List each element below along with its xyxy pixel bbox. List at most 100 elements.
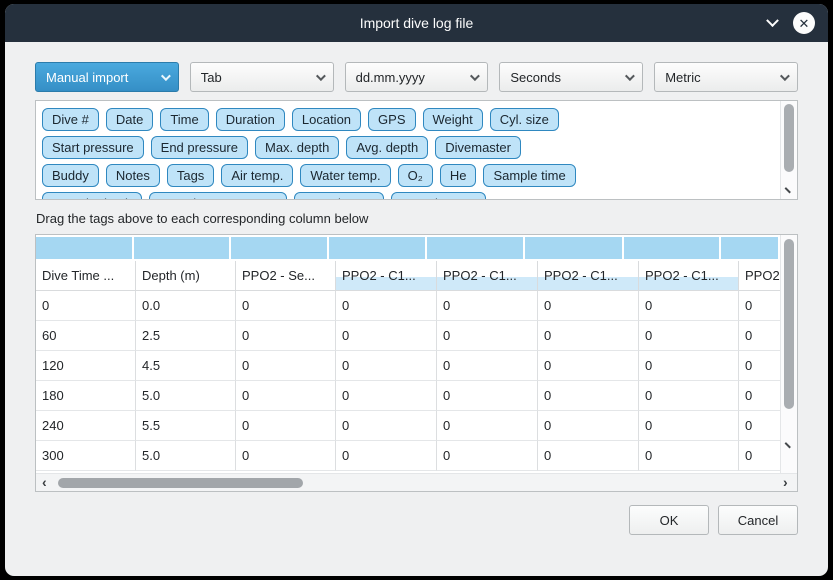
close-icon: ✕ xyxy=(799,17,810,30)
tag-area-scrollbar[interactable] xyxy=(780,101,797,199)
drag-tag[interactable]: Location xyxy=(292,108,361,131)
window-title: Import dive log file xyxy=(360,15,474,31)
drag-tag[interactable]: Weight xyxy=(423,108,483,131)
scrollbar-handle[interactable] xyxy=(58,478,303,488)
table-column-header[interactable]: PPO2 - C1... xyxy=(538,261,639,291)
table-vertical-scrollbar[interactable] xyxy=(780,235,797,473)
cancel-button[interactable]: Cancel xyxy=(718,505,798,535)
drop-target-cell[interactable] xyxy=(624,237,720,259)
table-cell: 0 xyxy=(639,321,739,351)
table-cell: 0 xyxy=(437,381,538,411)
table-cell: 0 xyxy=(336,321,437,351)
drag-tag[interactable]: Avg. depth xyxy=(346,136,428,159)
ok-button[interactable]: OK xyxy=(629,505,709,535)
drag-tag[interactable]: Duration xyxy=(216,108,285,131)
scroll-down-icon[interactable] xyxy=(785,184,795,194)
table-cell: 0 xyxy=(739,411,780,441)
tag-area: Dive # Date Time Duration Location GPS Weight C… xyxy=(35,100,798,200)
drop-target-cell[interactable] xyxy=(427,237,523,259)
table-grid: Dive Time ...Depth (m)PPO2 - Se...PPO2 -… xyxy=(36,235,780,473)
scroll-left-icon[interactable]: ‹ xyxy=(42,478,50,486)
drag-tag[interactable]: Notes xyxy=(106,164,160,187)
dropdown-value: Seconds xyxy=(510,70,561,85)
table-cell: 0 xyxy=(538,321,639,351)
table-cell: 0 xyxy=(36,291,136,321)
dropdown-value: Metric xyxy=(665,70,700,85)
drag-tag[interactable]: Start pressure xyxy=(42,136,144,159)
table-cell: 0 xyxy=(639,291,739,321)
table-cell: 0 xyxy=(538,351,639,381)
table-row: 2405.5000000 xyxy=(36,411,780,441)
table-cell: 0 xyxy=(336,291,437,321)
scroll-down-icon[interactable] xyxy=(785,439,795,449)
drag-tag[interactable]: Air temp. xyxy=(221,164,293,187)
table-cell: 0 xyxy=(538,291,639,321)
dropdown-field-separator[interactable]: Tab xyxy=(190,62,334,92)
table-row: 3005.0000000 xyxy=(36,441,780,471)
dropdown-duration-format[interactable]: Seconds xyxy=(499,62,643,92)
dropdown-import-mode[interactable]: Manual import xyxy=(35,62,179,92)
drag-tag[interactable]: Sample pO₂ xyxy=(294,192,384,200)
import-dialog: Import dive log file ✕ Manual import Tabd… xyxy=(5,4,828,576)
drag-tag[interactable]: He xyxy=(440,164,477,187)
table-row: 1805.0000000 xyxy=(36,381,780,411)
drag-tag[interactable]: Cyl. size xyxy=(490,108,559,131)
drag-tag[interactable]: Buddy xyxy=(42,164,99,187)
drop-target-cell[interactable] xyxy=(721,237,778,259)
drag-tag[interactable]: O₂ xyxy=(398,164,433,187)
table-cell: 0 xyxy=(739,441,780,471)
table-column-header[interactable]: PPO2 - C1... xyxy=(639,261,739,291)
drop-target-cell[interactable] xyxy=(231,237,327,259)
dropdown-units[interactable]: Metric xyxy=(654,62,798,92)
table-column-header[interactable]: PPO2 - Se... xyxy=(236,261,336,291)
title-bar[interactable]: Import dive log file ✕ xyxy=(5,4,828,42)
chevron-down-icon[interactable] xyxy=(766,14,779,27)
scrollbar-handle[interactable] xyxy=(784,104,794,172)
drag-tag[interactable]: Date xyxy=(106,108,153,131)
drag-tag[interactable]: Water temp. xyxy=(300,164,390,187)
table-column-header[interactable]: Depth (m) xyxy=(136,261,236,291)
drop-target-cell[interactable] xyxy=(525,237,621,259)
drag-tag[interactable]: Sample CNS xyxy=(391,192,486,200)
drop-target-cell[interactable] xyxy=(329,237,425,259)
drag-tag[interactable]: GPS xyxy=(368,108,415,131)
drop-target-cell[interactable] xyxy=(36,237,132,259)
scroll-right-icon[interactable]: › xyxy=(783,478,791,486)
table-cell: 5.0 xyxy=(136,381,236,411)
drag-tag[interactable]: Dive # xyxy=(42,108,99,131)
table-row: 602.5000000 xyxy=(36,321,780,351)
drag-tag[interactable]: Divemaster xyxy=(435,136,521,159)
drag-tag[interactable]: End pressure xyxy=(151,136,248,159)
table-column-header[interactable]: PPO2 - C1... xyxy=(336,261,437,291)
dialog-content: Manual importTabdd.mm.yyyySecondsMetric … xyxy=(5,42,828,576)
table-column-header[interactable]: PPO2 - C1... xyxy=(437,261,538,291)
drag-tag[interactable]: Max. depth xyxy=(255,136,339,159)
table-cell: 0 xyxy=(437,321,538,351)
drag-tag[interactable]: Time xyxy=(160,108,208,131)
table-cell: 180 xyxy=(36,381,136,411)
drop-target-row xyxy=(36,235,780,261)
table-column-header[interactable]: Dive Time ... xyxy=(36,261,136,291)
table-cell: 0 xyxy=(437,351,538,381)
table-horizontal-scrollbar[interactable]: ‹ › xyxy=(36,473,797,491)
drag-tag[interactable]: Sample temperature xyxy=(149,192,287,200)
drag-tag[interactable]: Sample time xyxy=(483,164,575,187)
close-button[interactable]: ✕ xyxy=(793,12,815,34)
dropdown-date-format[interactable]: dd.mm.yyyy xyxy=(345,62,489,92)
table-column-header[interactable]: PPO2 xyxy=(739,261,780,291)
table-cell: 0 xyxy=(236,381,336,411)
scrollbar-handle[interactable] xyxy=(784,239,794,409)
import-preview-table: Dive Time ...Depth (m)PPO2 - Se...PPO2 -… xyxy=(35,234,798,492)
table-cell: 0 xyxy=(336,381,437,411)
table-cell: 0 xyxy=(639,441,739,471)
table-cell: 0 xyxy=(336,411,437,441)
column-header-row: Dive Time ...Depth (m)PPO2 - Se...PPO2 -… xyxy=(36,261,780,291)
drag-tag[interactable]: Sample depth xyxy=(42,192,142,200)
drag-tag[interactable]: Tags xyxy=(167,164,214,187)
tag-row: Start pressure End pressure Max. depth Avg.… xyxy=(42,136,773,159)
table-cell: 0 xyxy=(639,381,739,411)
table-cell: 0 xyxy=(739,381,780,411)
drop-target-cell[interactable] xyxy=(134,237,230,259)
table-row: 00.0000000 xyxy=(36,291,780,321)
table-cell: 0 xyxy=(336,441,437,471)
